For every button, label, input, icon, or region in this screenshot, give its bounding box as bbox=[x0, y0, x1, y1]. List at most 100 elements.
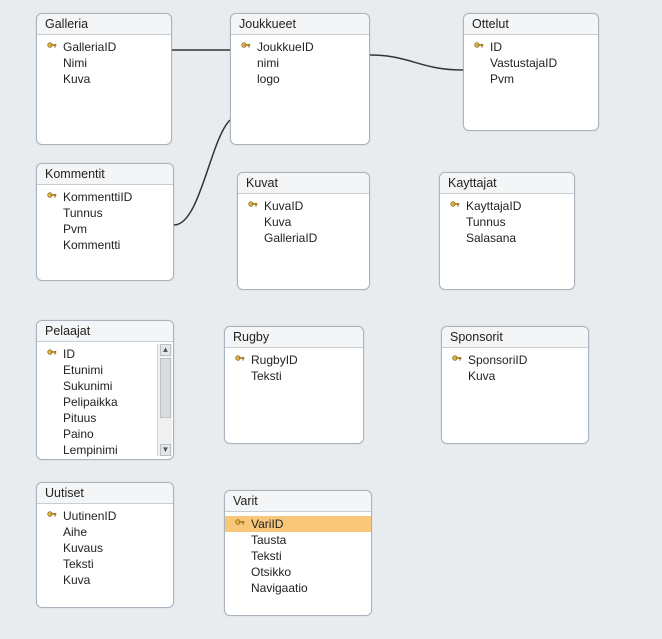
field-row[interactable]: Pvm bbox=[37, 221, 173, 237]
field-row[interactable]: Kuva bbox=[442, 368, 588, 384]
field-label: UutinenID bbox=[63, 509, 116, 523]
table-title: Kuvat bbox=[238, 173, 369, 194]
field-label: JoukkueID bbox=[257, 40, 314, 54]
field-row[interactable]: Pvm bbox=[464, 71, 598, 87]
table-body: SponsoriID Kuva bbox=[442, 348, 588, 390]
field-label: Lempinimi bbox=[63, 443, 118, 457]
field-row[interactable]: Kuva bbox=[37, 572, 173, 588]
field-row[interactable]: SponsoriID bbox=[442, 352, 588, 368]
field-row[interactable]: Salasana bbox=[440, 230, 574, 246]
field-label: ID bbox=[490, 40, 502, 54]
table-joukkueet[interactable]: Joukkueet JoukkueID nimi logo bbox=[230, 13, 370, 145]
field-row[interactable]: VariID bbox=[225, 516, 371, 532]
field-row[interactable]: Kuva bbox=[238, 214, 369, 230]
field-label: Pvm bbox=[63, 222, 87, 236]
field-row[interactable]: GalleriaID bbox=[238, 230, 369, 246]
table-uutiset[interactable]: Uutiset UutinenID Aihe Kuvaus Teksti Kuv… bbox=[36, 482, 174, 608]
table-kuvat[interactable]: Kuvat KuvaID Kuva GalleriaID bbox=[237, 172, 370, 290]
table-pelaajat[interactable]: Pelaajat ID Etunimi Sukunimi Pelipaikka … bbox=[36, 320, 174, 460]
field-label: Pelipaikka bbox=[63, 395, 118, 409]
field-label: Paino bbox=[63, 427, 94, 441]
field-row[interactable]: VastustajaID bbox=[464, 55, 598, 71]
field-row[interactable]: Teksti bbox=[225, 548, 371, 564]
field-label: Sukunimi bbox=[63, 379, 112, 393]
field-row[interactable]: UutinenID bbox=[37, 508, 173, 524]
field-row[interactable]: Pituus bbox=[37, 410, 157, 426]
field-row[interactable]: Kuvaus bbox=[37, 540, 173, 556]
table-title: Varit bbox=[225, 491, 371, 512]
field-label: Kuva bbox=[63, 573, 90, 587]
field-label: Aihe bbox=[63, 525, 87, 539]
field-row[interactable]: Kommentti bbox=[37, 237, 173, 253]
field-label: nimi bbox=[257, 56, 279, 70]
field-row[interactable]: Tausta bbox=[225, 532, 371, 548]
table-galleria[interactable]: Galleria GalleriaID Nimi Kuva bbox=[36, 13, 172, 145]
table-rugby[interactable]: Rugby RugbyID Teksti bbox=[224, 326, 364, 444]
field-label: KayttajaID bbox=[466, 199, 521, 213]
field-row[interactable]: Tunnus bbox=[37, 205, 173, 221]
table-title: Galleria bbox=[37, 14, 171, 35]
field-row[interactable]: Paino bbox=[37, 426, 157, 442]
field-row[interactable]: GalleriaID bbox=[37, 39, 171, 55]
field-row[interactable]: nimi bbox=[231, 55, 369, 71]
field-label: Teksti bbox=[251, 369, 282, 383]
scroll-up-arrow[interactable]: ▲ bbox=[160, 344, 171, 356]
scroll-down-arrow[interactable]: ▼ bbox=[160, 444, 171, 456]
table-sponsorit[interactable]: Sponsorit SponsoriID Kuva bbox=[441, 326, 589, 444]
field-label: Kuvaus bbox=[63, 541, 103, 555]
field-label: Pvm bbox=[490, 72, 514, 86]
scrollbar[interactable]: ▲ ▼ bbox=[157, 344, 172, 456]
field-row[interactable]: ID bbox=[37, 346, 157, 362]
field-label: KommenttiID bbox=[63, 190, 132, 204]
table-ottelut[interactable]: Ottelut ID VastustajaID Pvm bbox=[463, 13, 599, 131]
field-label: Kuva bbox=[468, 369, 495, 383]
field-row[interactable]: Teksti bbox=[37, 556, 173, 572]
field-row[interactable]: Tunnus bbox=[440, 214, 574, 230]
field-row[interactable]: Sukunimi bbox=[37, 378, 157, 394]
primary-key-icon bbox=[47, 511, 59, 521]
table-body: ID VastustajaID Pvm bbox=[464, 35, 598, 93]
field-label: Navigaatio bbox=[251, 581, 308, 595]
table-body: KayttajaID Tunnus Salasana bbox=[440, 194, 574, 252]
table-kayttajat[interactable]: Kayttajat KayttajaID Tunnus Salasana bbox=[439, 172, 575, 290]
field-row[interactable]: KuvaID bbox=[238, 198, 369, 214]
field-row[interactable]: Navigaatio bbox=[225, 580, 371, 596]
field-row[interactable]: Teksti bbox=[225, 368, 363, 384]
field-label: Tunnus bbox=[466, 215, 506, 229]
field-row[interactable]: RugbyID bbox=[225, 352, 363, 368]
scrollbar-thumb[interactable] bbox=[160, 358, 171, 418]
field-label: GalleriaID bbox=[264, 231, 317, 245]
field-row[interactable]: JoukkueID bbox=[231, 39, 369, 55]
field-label: Tausta bbox=[251, 533, 286, 547]
field-label: Nimi bbox=[63, 56, 87, 70]
table-title: Joukkueet bbox=[231, 14, 369, 35]
field-row[interactable]: Pelipaikka bbox=[37, 394, 157, 410]
table-title: Sponsorit bbox=[442, 327, 588, 348]
field-label: Salasana bbox=[466, 231, 516, 245]
table-varit[interactable]: Varit VariID Tausta Teksti Otsikko Navig… bbox=[224, 490, 372, 616]
field-row[interactable]: Etunimi bbox=[37, 362, 157, 378]
field-label: Teksti bbox=[63, 557, 94, 571]
field-row[interactable]: Nimi bbox=[37, 55, 171, 71]
field-row[interactable]: Aihe bbox=[37, 524, 173, 540]
table-title: Kommentit bbox=[37, 164, 173, 185]
field-row[interactable]: Kuva bbox=[37, 71, 171, 87]
field-label: GalleriaID bbox=[63, 40, 116, 54]
field-row[interactable]: KayttajaID bbox=[440, 198, 574, 214]
field-label: RugbyID bbox=[251, 353, 298, 367]
field-label: Kuva bbox=[264, 215, 291, 229]
table-kommentit[interactable]: Kommentit KommenttiID Tunnus Pvm Komment… bbox=[36, 163, 174, 281]
field-label: Teksti bbox=[251, 549, 282, 563]
field-row[interactable]: logo bbox=[231, 71, 369, 87]
field-row[interactable]: KommenttiID bbox=[37, 189, 173, 205]
primary-key-icon bbox=[474, 42, 486, 52]
field-row[interactable]: Lempinimi bbox=[37, 442, 157, 458]
primary-key-icon bbox=[248, 201, 260, 211]
field-label: Pituus bbox=[63, 411, 96, 425]
field-row[interactable]: ID bbox=[464, 39, 598, 55]
table-body: JoukkueID nimi logo bbox=[231, 35, 369, 93]
field-row[interactable]: Otsikko bbox=[225, 564, 371, 580]
primary-key-icon bbox=[450, 201, 462, 211]
field-label: KuvaID bbox=[264, 199, 303, 213]
primary-key-icon bbox=[47, 42, 59, 52]
